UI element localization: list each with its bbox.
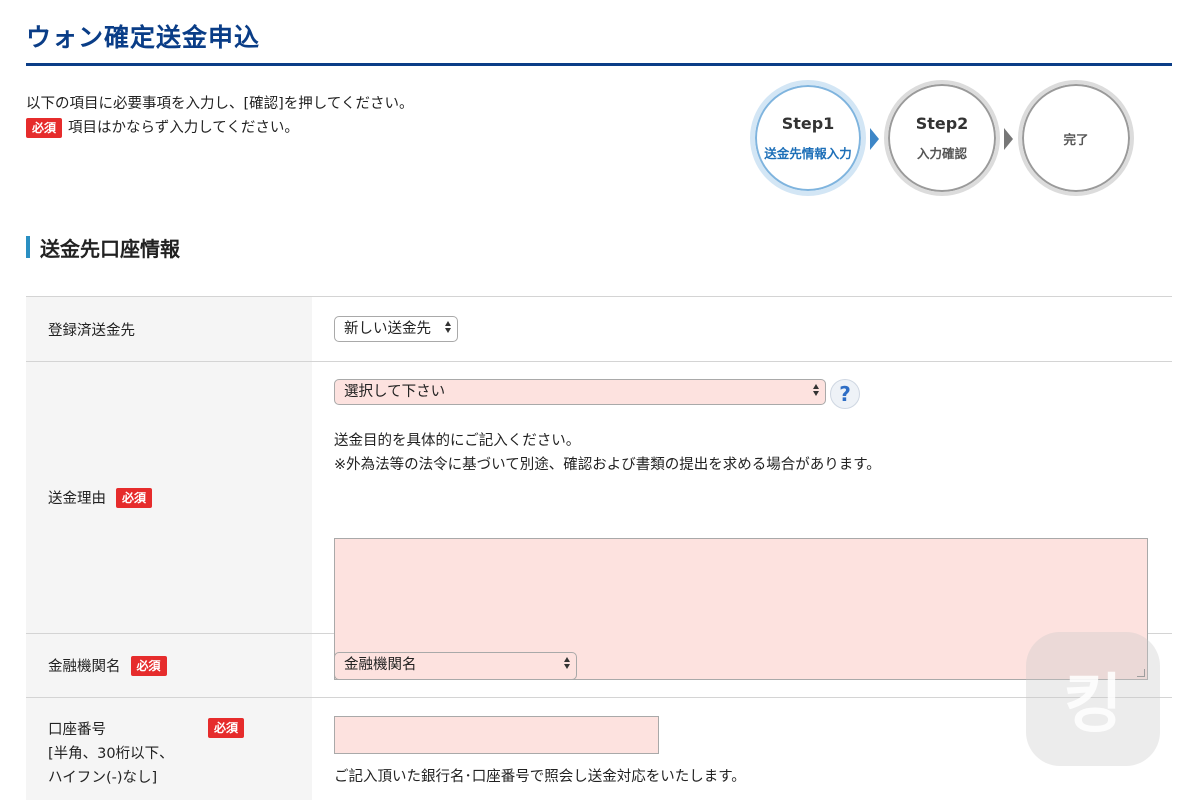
bank-label-text: 金融機関名: [48, 659, 121, 675]
reason-note-2: ※外為法等の法令に基づいて別途、確認および書類の提出を求める場合があります。: [334, 457, 881, 473]
watermark-logo: 킹: [1026, 632, 1160, 766]
registered-recipient-select[interactable]: 新しい送金先: [334, 316, 458, 342]
intro-text: 以下の項目に必要事項を入力し、[確認]を押してください。 必須 項目はかならず入…: [26, 92, 413, 140]
step-3: 完了: [1018, 80, 1134, 196]
registered-label: 登録済送金先: [26, 297, 312, 361]
reason-field: 選択して下さい ? 送金目的を具体的にご記入ください。 ※外為法等の法令に基づい…: [312, 362, 1172, 680]
bank-label: 金融機関名 必須: [26, 634, 312, 697]
step-1: Step1 送金先情報入力: [750, 80, 866, 196]
section-title: 送金先口座情報: [40, 236, 180, 261]
account-label-line-3: ハイフン(-)なし]: [48, 770, 158, 786]
select-arrows-icon: [564, 657, 570, 669]
help-icon[interactable]: ?: [830, 379, 860, 409]
intro-line-2-text: 項目はかならず入力してください。: [68, 120, 299, 136]
page-title: ウォン確定送金申込: [26, 23, 261, 52]
account-label-line-1: 口座番号: [48, 722, 106, 738]
reason-select-value: 選択して下さい: [344, 384, 446, 400]
step-2-number: Step2: [915, 114, 969, 133]
progress-steps: Step1 送金先情報入力 Step2 入力確認 完了: [748, 78, 1148, 200]
title-rule: [26, 63, 1172, 66]
step-3-label: 完了: [1063, 131, 1089, 147]
bank-select[interactable]: 金融機関名: [334, 652, 577, 680]
select-arrows-icon: [445, 321, 451, 333]
step-arrow-icon: [870, 128, 879, 150]
select-arrows-icon: [813, 384, 819, 396]
required-badge: 必須: [130, 655, 167, 676]
account-label-wrap: 口座番号 [半角、30桁以下、 ハイフン(-)なし] 必須: [48, 718, 312, 790]
required-badge: 必須: [116, 487, 153, 508]
section-accent-bar: [26, 236, 30, 258]
step-2-label: 入力確認: [916, 146, 967, 161]
form-row-reason: 送金理由 必須 選択して下さい ? 送金目的を具体的にご記入ください。 ※外為法…: [26, 362, 1172, 680]
registered-select-value: 新しい送金先: [344, 321, 431, 337]
section-heading: 送金先口座情報: [26, 234, 180, 261]
recipient-form: 登録済送金先 新しい送金先 送金理由 必須 選択して下さい ? 送金目的を具体的…: [26, 296, 1172, 800]
registered-field: 新しい送金先: [312, 297, 1172, 361]
reason-note-1: 送金目的を具体的にご記入ください。: [334, 433, 581, 449]
intro-line-2: 必須 項目はかならず入力してください。: [26, 116, 413, 140]
account-number-input[interactable]: [334, 716, 659, 754]
account-label: 口座番号 [半角、30桁以下、 ハイフン(-)なし] 必須: [26, 698, 312, 800]
step-1-number: Step1: [781, 114, 835, 133]
step-1-label: 送金先情報入力: [764, 146, 852, 161]
registered-label-text: 登録済送金先: [48, 322, 135, 339]
reason-label: 送金理由 必須: [26, 362, 312, 633]
step-arrow-icon: [1004, 128, 1013, 150]
required-badge: 必須: [26, 118, 63, 138]
bank-select-value: 金融機関名: [344, 657, 417, 673]
step-2: Step2 入力確認: [884, 80, 1000, 196]
reason-select[interactable]: 選択して下さい: [334, 379, 826, 405]
reason-label-text: 送金理由: [48, 491, 106, 507]
form-row-bank: 金融機関名 必須 金融機関名: [26, 634, 1172, 698]
form-row-account: 口座番号 [半角、30桁以下、 ハイフン(-)なし] 必須 ご記入頂いた銀行名･…: [26, 698, 1172, 800]
form-row-registered: 登録済送金先 新しい送金先: [26, 297, 1172, 362]
account-note: ご記入頂いた銀行名･口座番号で照会し送金対応をいたします。: [334, 769, 746, 785]
intro-line-1: 以下の項目に必要事項を入力し、[確認]を押してください。: [26, 96, 414, 112]
required-badge: 必須: [208, 718, 245, 738]
account-label-line-2: [半角、30桁以下、: [48, 746, 174, 762]
